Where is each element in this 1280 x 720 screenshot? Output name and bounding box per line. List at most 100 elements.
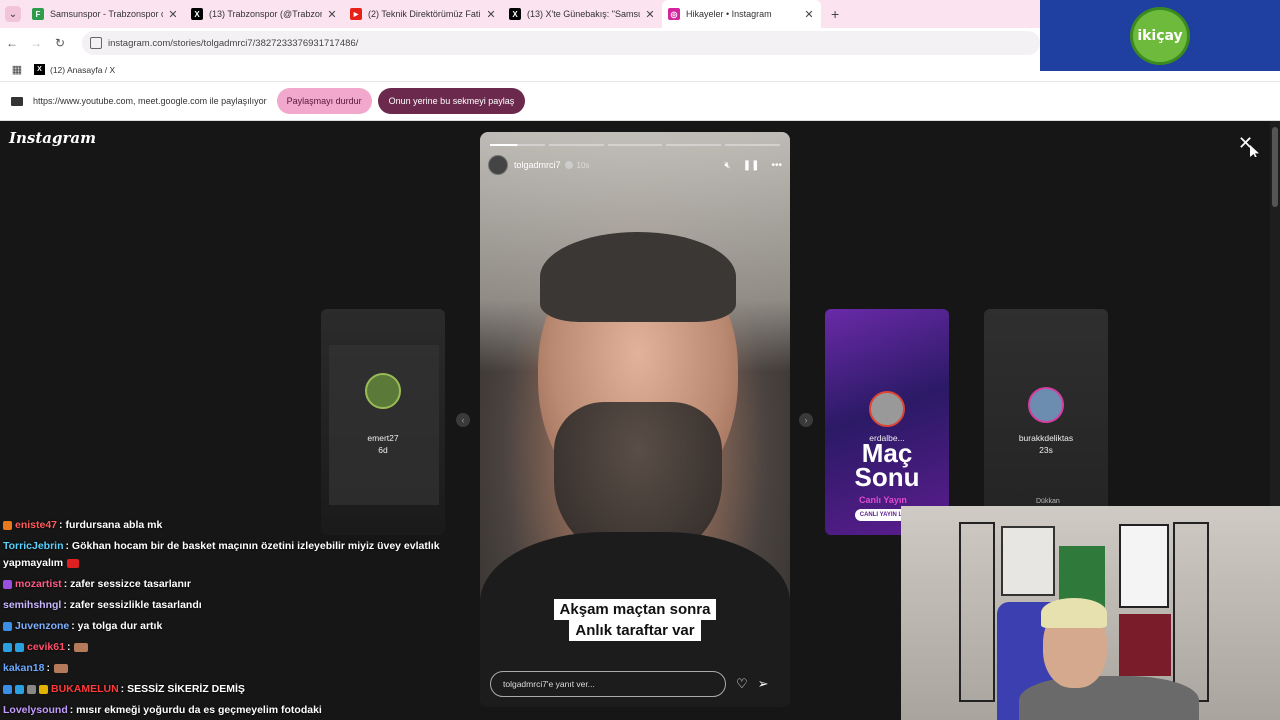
tab-search-button[interactable]: ⌄ xyxy=(0,0,26,28)
tab-title: (2) Teknik Direktörümüz Fatih xyxy=(368,9,481,19)
close-icon[interactable]: ✕ xyxy=(644,8,656,21)
chat-text: : furdursana abla mk xyxy=(59,519,163,531)
forward-arrow-icon[interactable]: → xyxy=(24,36,48,50)
chat-message: Lovelysound: mısır ekmeği yoğurdu da es … xyxy=(3,702,443,719)
emote-icon xyxy=(53,663,68,673)
chat-user: mozartist xyxy=(15,578,62,590)
chevron-down-icon: ⌄ xyxy=(5,6,21,22)
sub-badge-icon xyxy=(39,684,48,694)
send-icon[interactable]: ➢ xyxy=(758,676,769,692)
chat-message: TorricJebrin: Gökhan hocam bir de basket… xyxy=(3,538,443,572)
bookmark-item[interactable]: X (12) Anasayfa / X xyxy=(34,64,115,75)
mute-icon[interactable]: 🔇︎ xyxy=(724,160,730,171)
chat-text: : ya tolga dur artık xyxy=(71,620,163,632)
tab-2[interactable]: ▶ (2) Teknik Direktörümüz Fatih ✕ xyxy=(344,0,503,28)
sub-badge-icon xyxy=(3,684,12,694)
avatar xyxy=(869,391,905,427)
stop-sharing-button[interactable]: Paylaşmayı durdur xyxy=(276,88,372,114)
screen-share-bar: https://www.youtube.com, meet.google.com… xyxy=(0,82,1280,121)
tab-1[interactable]: X (13) Trabzonspor (@Trabzonspor) ✕ xyxy=(185,0,344,28)
chat-user: Juvenzone xyxy=(15,620,70,632)
mouse-cursor-icon xyxy=(1250,145,1259,157)
emote-icon xyxy=(67,558,80,568)
side-story-emert27[interactable]: emert27 6d xyxy=(321,309,445,535)
ikicay-logo: ikiçay xyxy=(1130,6,1190,65)
url-text: instagram.com/stories/tolgadmrci7/382723… xyxy=(108,37,359,49)
webcam-overlay xyxy=(901,506,1280,720)
caption-line-2: Anlık taraftar var xyxy=(569,620,701,641)
tab-3[interactable]: X (13) X'te Günebakış: "Samsunspor ✕ xyxy=(503,0,662,28)
tab-0[interactable]: F Samsunspor - Trabzonspor canlı ✕ xyxy=(26,0,185,28)
new-tab-button[interactable]: + xyxy=(821,6,849,22)
whiteboard xyxy=(1001,526,1055,596)
x-favicon-icon: X xyxy=(509,8,521,20)
caption-line-1: Akşam maçtan sonra xyxy=(553,599,717,620)
streamer-hair xyxy=(1041,598,1107,628)
scrollbar-thumb[interactable] xyxy=(1272,127,1278,207)
sub-badge-icon xyxy=(3,642,12,652)
story-time: 23s xyxy=(1039,445,1053,455)
progress-segment-current xyxy=(490,144,545,146)
bookmark-label: (12) Anasayfa / X xyxy=(50,64,116,75)
jersey-frame xyxy=(1119,614,1171,676)
tab-4-active[interactable]: ◎ Hikayeler • Instagram ✕ xyxy=(662,0,821,28)
youtube-favicon-icon: ▶ xyxy=(350,8,362,20)
close-icon[interactable]: ✕ xyxy=(803,8,815,21)
progress-segment xyxy=(666,144,722,146)
side-story-match[interactable]: erdalbe... Maç Sonu Canlı Yayın CANLI YAY… xyxy=(825,309,949,535)
chat-text: : zafer sessizlikle tasarlandı xyxy=(63,599,202,611)
more-options-icon[interactable]: ••• xyxy=(771,160,782,171)
sub-badge-icon xyxy=(3,520,12,530)
monitor-icon xyxy=(11,96,23,106)
x-favicon-icon: X xyxy=(191,8,203,20)
next-story-arrow-icon[interactable]: › xyxy=(799,413,813,427)
chat-message: cevik61: xyxy=(3,639,443,656)
instagram-logo[interactable]: Instagram xyxy=(9,129,96,147)
story-caption: Akşam maçtan sonra Anlık taraftar var xyxy=(548,599,722,641)
back-arrow-icon[interactable]: ← xyxy=(0,36,24,50)
address-bar-row: ← → ↻ instagram.com/stories/tolgadmrci7/… xyxy=(0,28,1040,58)
story-controls: 🔇︎ ❚❚ ••• xyxy=(724,160,782,171)
share-this-tab-button[interactable]: Onun yerine bu sekmeyi paylaş xyxy=(377,88,526,114)
sub-badge-icon xyxy=(15,642,24,652)
chat-message: semihshngl: zafer sessizlikle tasarlandı xyxy=(3,597,443,614)
chat-message: kakan18: xyxy=(3,660,443,677)
chat-text: : zafer sessizce tasarlanır xyxy=(63,578,191,590)
instagram-favicon-icon: ◎ xyxy=(668,8,680,20)
heart-icon[interactable]: ♡ xyxy=(736,676,748,692)
active-story[interactable]: tolgadmrci7 10s 🔇︎ ❚❚ ••• Akşam maçtan s… xyxy=(480,132,790,707)
url-field[interactable]: instagram.com/stories/tolgadmrci7/382723… xyxy=(82,31,1040,55)
chat-user: kakan18 xyxy=(3,662,45,674)
close-icon[interactable]: ✕ xyxy=(167,8,179,21)
story-time: 6d xyxy=(378,445,388,455)
site-info-icon[interactable] xyxy=(90,37,102,49)
apps-grid-icon[interactable]: ▦ xyxy=(0,63,34,76)
close-icon[interactable]: ✕ xyxy=(485,8,497,21)
chat-user: TorricJebrin xyxy=(3,540,64,552)
chat-text: : mısır ekmeği yoğurdu da es geçmeyelim … xyxy=(69,704,322,716)
shelf xyxy=(1173,522,1209,702)
story-username[interactable]: tolgadmrci7 xyxy=(514,160,561,170)
tactics-board xyxy=(1119,524,1169,608)
tab-title: Hikayeler • Instagram xyxy=(686,9,772,19)
progress-segment xyxy=(725,144,780,146)
chat-message: eniste47: furdursana abla mk xyxy=(3,517,443,534)
close-icon[interactable]: ✕ xyxy=(326,8,338,21)
previous-story-arrow-icon[interactable]: ‹ xyxy=(456,413,470,427)
chat-user: cevik61 xyxy=(27,641,65,653)
story-username: emert27 xyxy=(367,433,399,443)
pause-icon[interactable]: ❚❚ xyxy=(743,160,760,171)
story-progress-bars xyxy=(490,144,780,146)
sub-badge-icon xyxy=(27,684,36,694)
chat-user: eniste47 xyxy=(15,519,58,531)
tab-title: Samsunspor - Trabzonspor canlı xyxy=(50,9,163,19)
story-photo-hair xyxy=(540,232,736,322)
emote-icon xyxy=(74,642,89,652)
chat-message: Juvenzone: ya tolga dur artık xyxy=(3,618,443,635)
stream-overlay-logo: ikiçay xyxy=(1040,0,1280,71)
tab-strip: ⌄ F Samsunspor - Trabzonspor canlı ✕ X (… xyxy=(0,0,1040,28)
reload-icon[interactable]: ↻ xyxy=(48,36,72,50)
reply-input[interactable]: tolgadmrci7'e yanıt ver... xyxy=(490,671,726,697)
avatar[interactable] xyxy=(488,155,508,175)
progress-segment xyxy=(548,144,604,146)
